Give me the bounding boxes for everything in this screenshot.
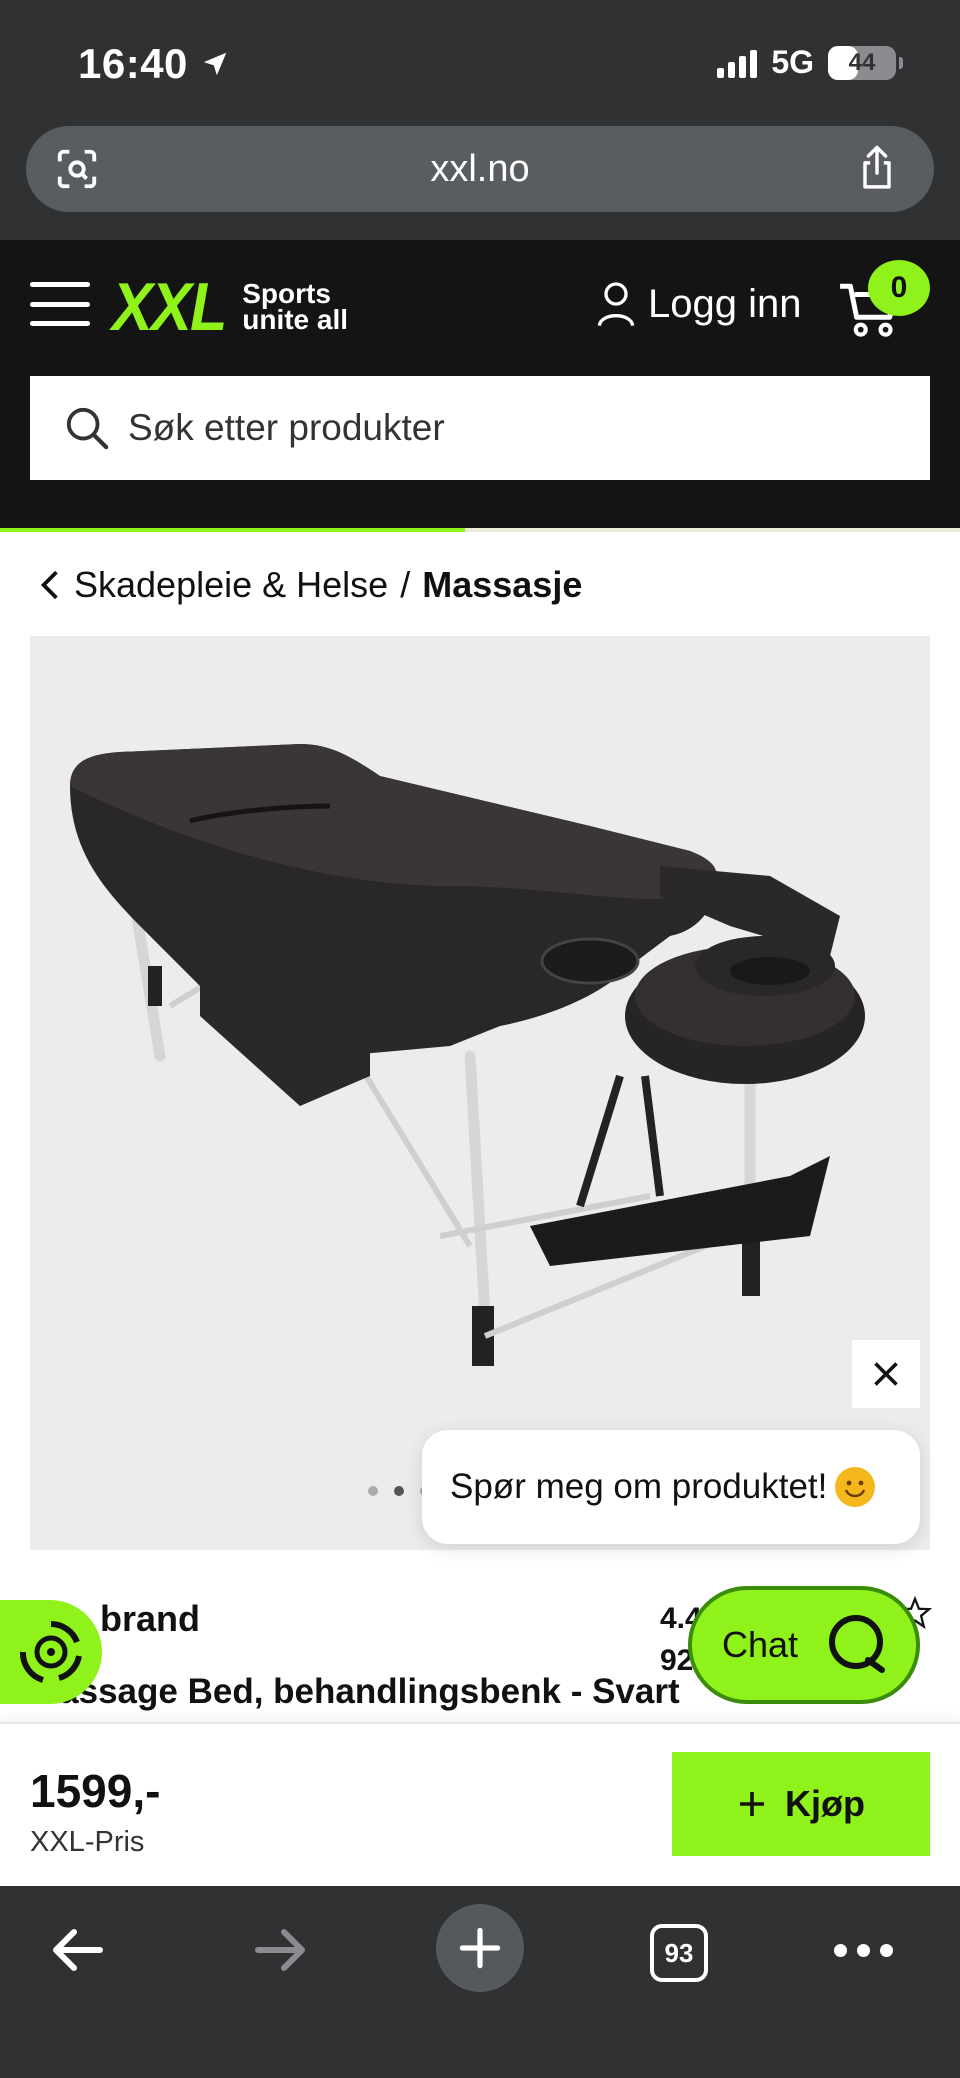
- battery-icon: 44: [828, 45, 903, 80]
- site-header: XXL Sports unite all Logg inn 0 Søk ette…: [0, 240, 960, 530]
- close-chat-prompt-button[interactable]: [852, 1340, 920, 1408]
- network-type: 5G: [771, 44, 814, 80]
- buy-bar: 1599,- XXL-Pris Kjøp: [0, 1722, 960, 1886]
- product-image[interactable]: [30, 636, 930, 1550]
- back-arrow-icon[interactable]: [48, 1920, 108, 1980]
- price-label: XXL-Pris: [30, 1826, 145, 1858]
- status-indicators: 5G 44: [717, 44, 903, 81]
- status-time: 16:40: [78, 40, 230, 88]
- gallery-dots[interactable]: [368, 1486, 430, 1496]
- chevron-left-icon[interactable]: [40, 569, 60, 601]
- browser-bottom-bar: 93: [0, 1886, 960, 2078]
- search-bar[interactable]: Søk etter produkter: [30, 376, 930, 480]
- status-bar: 16:40 5G 44: [0, 0, 960, 120]
- buy-button-label: Kjøp: [785, 1783, 865, 1824]
- chat-button-label: Chat: [722, 1624, 799, 1665]
- plus-icon: [459, 1927, 501, 1969]
- logo-tagline: Sports unite all: [242, 280, 349, 335]
- close-icon: [874, 1362, 898, 1386]
- address-bar[interactable]: xxl.no: [26, 126, 934, 212]
- product-price: 1599,-: [30, 1765, 161, 1817]
- search-icon: [66, 407, 109, 450]
- breadcrumb-parent[interactable]: Skadepleie & Helse: [74, 564, 388, 606]
- breadcrumb-current[interactable]: Massasje: [422, 564, 582, 606]
- xxl-logo[interactable]: XXL Sports unite all: [112, 268, 348, 346]
- location-arrow-icon: [203, 52, 227, 76]
- chat-prompt-text: Spør meg om produktet!: [450, 1467, 828, 1506]
- breadcrumb: Skadepleie & Helse / Massasje: [40, 564, 582, 606]
- recycle-badge[interactable]: [0, 1600, 102, 1704]
- product-title: Massage Bed, behandlingsbenk - Svart: [30, 1672, 680, 1711]
- smile-emoji-icon: [835, 1467, 876, 1507]
- product-brand[interactable]: brand: [100, 1598, 200, 1640]
- login-button[interactable]: Logg inn: [596, 280, 801, 328]
- login-label: Logg inn: [648, 281, 802, 326]
- time-text: 16:40: [78, 40, 188, 87]
- cart-count-badge[interactable]: 0: [868, 260, 930, 316]
- share-icon[interactable]: [856, 144, 898, 192]
- signal-icon: [717, 48, 758, 78]
- hamburger-icon[interactable]: [30, 282, 90, 326]
- chat-button[interactable]: Chat: [688, 1586, 920, 1704]
- recycle-icon: [20, 1621, 82, 1683]
- buy-button[interactable]: Kjøp: [672, 1752, 930, 1856]
- browser-top-chrome: 16:40 5G 44 xxl.no: [0, 0, 960, 240]
- logo-text: XXL: [112, 269, 227, 345]
- url-text[interactable]: xxl.no: [26, 148, 934, 191]
- chat-prompt-bubble[interactable]: Spør meg om produktet!: [422, 1430, 920, 1544]
- search-input[interactable]: Søk etter produkter: [128, 407, 445, 449]
- gallery-dot[interactable]: [368, 1486, 378, 1496]
- new-tab-button[interactable]: [436, 1904, 524, 1992]
- massage-table-image: [70, 744, 865, 1366]
- tagline-line2: unite all: [242, 304, 349, 335]
- page-load-progress: [0, 528, 960, 532]
- plus-icon: [740, 1792, 764, 1816]
- tab-count-button[interactable]: 93: [650, 1924, 708, 1982]
- more-options-icon[interactable]: [834, 1944, 893, 1957]
- gallery-dot[interactable]: [394, 1486, 404, 1496]
- chat-icon: [829, 1615, 885, 1673]
- battery-level: 44: [848, 48, 876, 76]
- user-icon: [597, 282, 635, 327]
- forward-arrow-icon[interactable]: [250, 1920, 310, 1980]
- breadcrumb-separator: /: [400, 564, 411, 605]
